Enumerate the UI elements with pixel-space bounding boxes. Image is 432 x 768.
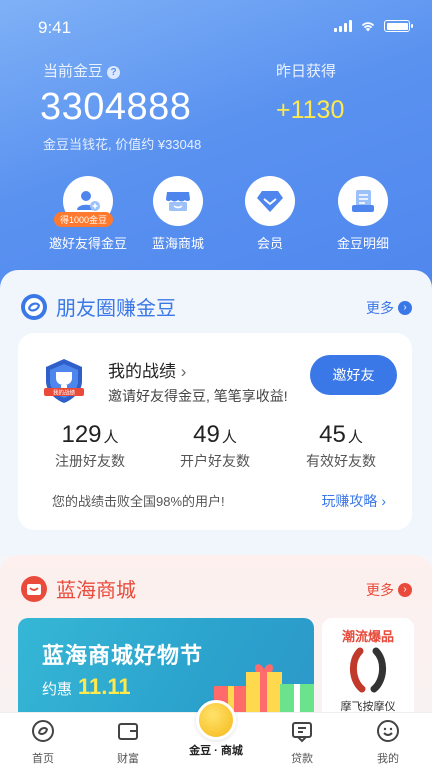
yesterday-value: +1130 <box>276 96 345 124</box>
earning-guide-link[interactable]: 玩赚攻略 › <box>321 491 386 511</box>
friends-section-header: 朋友圈赚金豆 <box>20 292 176 321</box>
status-time: 9:41 <box>38 18 72 37</box>
friends-circle-icon <box>21 293 47 320</box>
mall-more-link[interactable]: 更多 › <box>366 580 412 600</box>
trending-title: 潮流爆品 <box>341 629 394 644</box>
banner-title: 蓝海商城好物节 <box>42 643 204 668</box>
friends-section-title: 朋友圈赚金豆 <box>56 298 176 320</box>
invite-reward-badge: 得1000金豆 <box>54 212 114 227</box>
wallet-icon <box>118 723 138 740</box>
invite-friends-button[interactable]: 邀好友 <box>310 355 397 395</box>
chevron-right-icon: › <box>398 301 412 315</box>
my-record-title[interactable]: 我的战绩 › <box>108 357 186 382</box>
diamond-icon <box>257 191 283 212</box>
wifi-icon <box>361 22 375 32</box>
mall-section-title: 蓝海商城 <box>56 580 136 602</box>
banner-subtitle: 约惠 11.11 <box>42 674 131 699</box>
beat-percentage-text: 您的战绩击败全国98%的用户! <box>52 494 225 509</box>
stat-valid: 45 人 有效好友数 <box>306 421 376 469</box>
quick-action-ledger[interactable]: 金豆明细 <box>323 176 403 252</box>
current-beans-value: 3304888 <box>40 86 192 128</box>
medal-icon: 我的战绩 <box>44 359 84 403</box>
coin-icon[interactable] <box>196 700 236 740</box>
beans-worth-text: 金豆当钱花, 价值约 ¥33048 <box>43 137 202 152</box>
tab-beans-mall[interactable]: 金豆 · 商城 <box>176 739 256 758</box>
friends-more-link[interactable]: 更多 › <box>366 298 412 318</box>
chevron-right-icon: › <box>398 583 412 597</box>
profile-icon <box>377 720 399 742</box>
battery-icon <box>384 20 413 32</box>
home-icon <box>32 720 54 742</box>
shop-icon <box>166 192 190 211</box>
tab-profile[interactable]: 我的 <box>348 719 428 766</box>
stat-opened: 49 人 开户好友数 <box>180 421 250 469</box>
quick-action-member[interactable]: 会员 <box>230 176 310 252</box>
status-bar: 9:41 <box>0 18 432 38</box>
chevron-right-icon: › <box>381 493 386 509</box>
tab-home[interactable]: 首页 <box>3 719 83 766</box>
chevron-right-icon: › <box>180 362 187 381</box>
tab-wealth[interactable]: 财富 <box>88 719 168 766</box>
mall-promo-banner[interactable]: 蓝海商城好物节 约惠 11.11 <box>18 618 314 718</box>
quick-action-shop[interactable]: 蓝海商城 <box>138 176 218 252</box>
yesterday-label: 昨日获得 <box>276 63 337 80</box>
my-record-desc: 邀请好友得金豆, 笔笔享收益! <box>108 388 288 404</box>
ledger-icon <box>352 190 374 212</box>
signal-icon <box>334 20 352 32</box>
help-icon[interactable]: ? <box>107 66 121 79</box>
current-beans-label: 当前金豆? <box>43 60 121 81</box>
medal-text: 我的战绩 <box>53 389 76 397</box>
my-record-card: 我的战绩 我的战绩 › 邀请好友得金豆, 笔笔享收益! 邀好友 129 人 注册好… <box>18 333 412 530</box>
stat-registered: 129 人 注册好友数 <box>55 421 125 469</box>
trending-product-card[interactable]: 潮流爆品 摩飞按摩仪 <box>322 618 414 718</box>
user-add-icon <box>77 191 100 211</box>
mall-section-header: 蓝海商城 <box>20 574 136 603</box>
mall-icon <box>21 575 47 602</box>
tab-loan[interactable]: 贷款 <box>262 719 342 766</box>
neck-massager-icon <box>350 647 386 693</box>
loan-icon <box>292 722 312 743</box>
